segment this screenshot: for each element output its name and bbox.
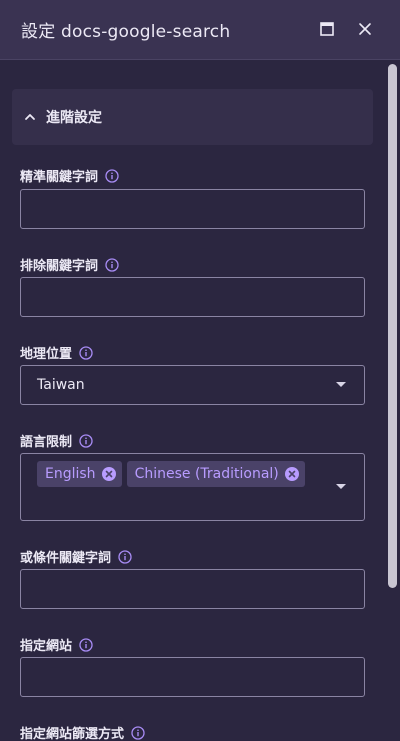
dialog-titlebar: 設定 docs-google-search xyxy=(0,0,400,60)
site-label: 指定網站 xyxy=(20,635,93,654)
exact-keywords-label-text: 精準關鍵字詞 xyxy=(20,170,99,185)
info-icon[interactable] xyxy=(131,725,145,740)
exclude-keywords-label: 排除關鍵字詞 xyxy=(20,255,119,274)
or-keywords-label-text: 或條件關鍵字詞 xyxy=(20,551,112,566)
location-label: 地理位置 xyxy=(20,343,93,362)
remove-chip-icon[interactable] xyxy=(101,467,116,481)
info-icon[interactable] xyxy=(79,345,93,360)
site-filter-label: 指定網站篩選方式 xyxy=(20,723,145,741)
or-keywords-input[interactable] xyxy=(20,569,365,609)
chip-english[interactable]: English xyxy=(37,461,122,487)
close-icon[interactable] xyxy=(356,20,374,38)
maximize-icon[interactable] xyxy=(318,20,336,38)
location-select[interactable]: Taiwan xyxy=(20,365,365,405)
info-icon[interactable] xyxy=(79,637,93,652)
language-label-text: 語言限制 xyxy=(20,435,73,450)
site-input[interactable] xyxy=(20,657,365,697)
advanced-settings-header[interactable]: 進階設定 xyxy=(12,89,373,145)
site-filter-label-text: 指定網站篩選方式 xyxy=(20,727,125,741)
settings-content: 進階設定 精準關鍵字詞 排除關鍵字詞 地理位置 Taiwan 語言限制 Engl… xyxy=(0,61,384,741)
chip-chinese-traditional[interactable]: Chinese (Traditional) xyxy=(126,461,305,487)
window-actions xyxy=(318,20,374,38)
remove-chip-icon[interactable] xyxy=(284,467,299,481)
chevron-up-icon xyxy=(24,110,38,124)
info-icon[interactable] xyxy=(105,168,119,183)
language-chips: English Chinese (Traditional) xyxy=(37,461,305,487)
chip-label: Chinese (Traditional) xyxy=(134,466,279,482)
site-label-text: 指定網站 xyxy=(20,639,73,654)
location-label-text: 地理位置 xyxy=(20,347,73,362)
exact-keywords-label: 精準關鍵字詞 xyxy=(20,166,119,185)
info-icon[interactable] xyxy=(79,433,93,448)
advanced-settings-label: 進階設定 xyxy=(46,110,102,126)
dropdown-caret-icon xyxy=(336,484,346,489)
exclude-keywords-input[interactable] xyxy=(20,277,365,317)
info-icon[interactable] xyxy=(105,257,119,272)
language-multiselect[interactable]: English Chinese (Traditional) xyxy=(20,453,365,521)
exact-keywords-input[interactable] xyxy=(20,189,365,229)
location-value: Taiwan xyxy=(37,377,85,393)
dropdown-caret-icon xyxy=(336,382,346,387)
dialog-title: 設定 docs-google-search xyxy=(21,22,231,42)
scrollbar-thumb[interactable] xyxy=(388,64,397,588)
language-label: 語言限制 xyxy=(20,431,93,450)
chip-label: English xyxy=(45,466,96,482)
info-icon[interactable] xyxy=(118,549,132,564)
or-keywords-label: 或條件關鍵字詞 xyxy=(20,547,132,566)
exclude-keywords-label-text: 排除關鍵字詞 xyxy=(20,259,99,274)
